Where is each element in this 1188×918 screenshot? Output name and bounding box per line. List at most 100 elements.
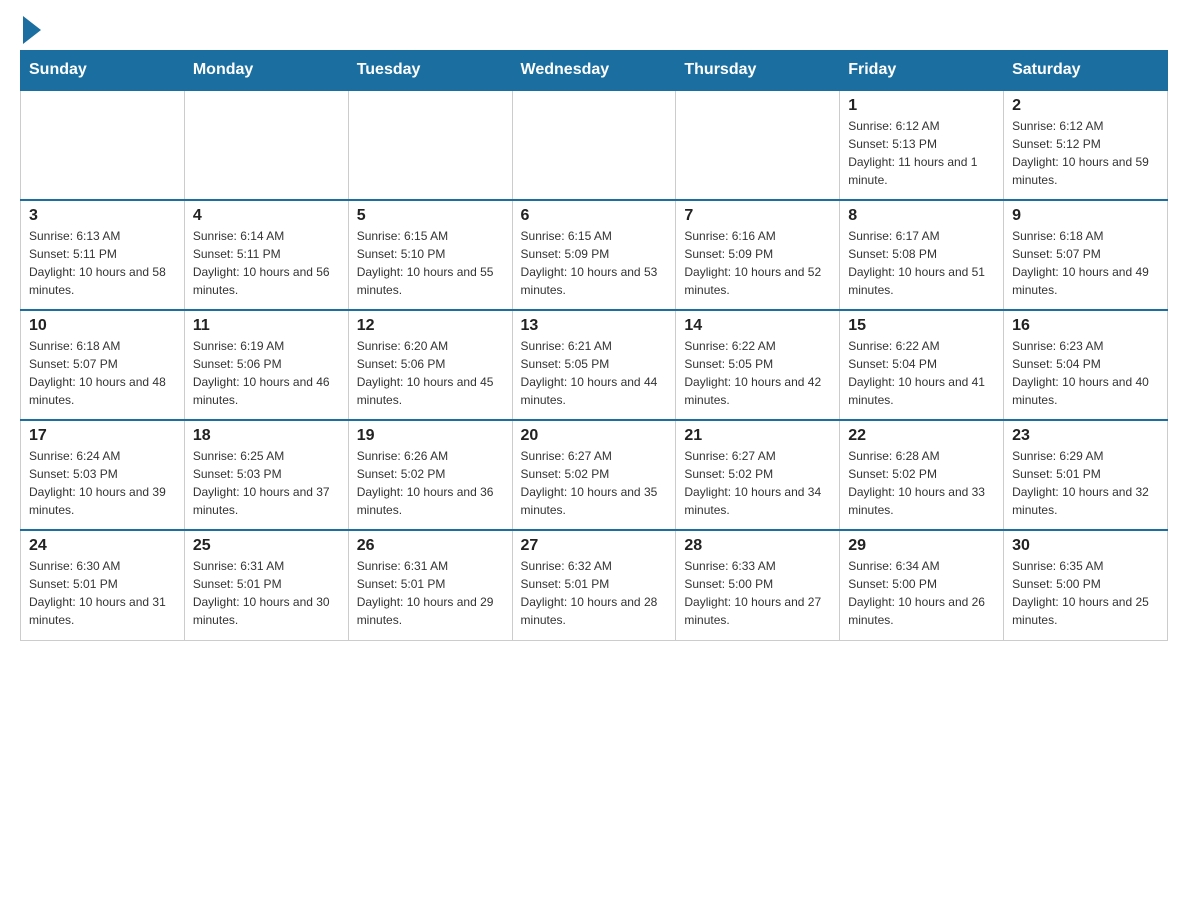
- calendar-week-5: 24 Sunrise: 6:30 AM Sunset: 5:01 PM Dayli…: [21, 530, 1168, 640]
- day-number: 25: [193, 537, 340, 555]
- day-info: Sunrise: 6:12 AM Sunset: 5:13 PM Dayligh…: [848, 117, 995, 189]
- day-info: Sunrise: 6:12 AM Sunset: 5:12 PM Dayligh…: [1012, 117, 1159, 189]
- day-info: Sunrise: 6:13 AM Sunset: 5:11 PM Dayligh…: [29, 227, 176, 299]
- calendar-week-4: 17 Sunrise: 6:24 AM Sunset: 5:03 PM Dayli…: [21, 420, 1168, 530]
- day-number: 15: [848, 317, 995, 335]
- day-info: Sunrise: 6:32 AM Sunset: 5:01 PM Dayligh…: [521, 557, 668, 629]
- calendar-week-1: 1 Sunrise: 6:12 AM Sunset: 5:13 PM Daylig…: [21, 90, 1168, 200]
- day-info: Sunrise: 6:34 AM Sunset: 5:00 PM Dayligh…: [848, 557, 995, 629]
- weekday-header-sunday: Sunday: [21, 51, 185, 91]
- calendar-cell: 21Sunrise: 6:27 AM Sunset: 5:02 PM Dayli…: [676, 420, 840, 530]
- day-number: 20: [521, 427, 668, 445]
- day-info: Sunrise: 6:26 AM Sunset: 5:02 PM Dayligh…: [357, 447, 504, 519]
- weekday-header-tuesday: Tuesday: [348, 51, 512, 91]
- calendar-cell: 26 Sunrise: 6:31 AM Sunset: 5:01 PM Dayli…: [348, 530, 512, 640]
- calendar-table: SundayMondayTuesdayWednesdayThursdayFrid…: [20, 50, 1168, 641]
- calendar-cell: 25 Sunrise: 6:31 AM Sunset: 5:01 PM Dayli…: [184, 530, 348, 640]
- calendar-cell: 14 Sunrise: 6:22 AM Sunset: 5:05 PM Dayli…: [676, 310, 840, 420]
- calendar-cell: 6 Sunrise: 6:15 AM Sunset: 5:09 PM Daylig…: [512, 200, 676, 310]
- day-number: 10: [29, 317, 176, 335]
- day-number: 1: [848, 97, 995, 115]
- day-info: Sunrise: 6:23 AM Sunset: 5:04 PM Dayligh…: [1012, 337, 1159, 409]
- calendar-cell: 17 Sunrise: 6:24 AM Sunset: 5:03 PM Dayli…: [21, 420, 185, 530]
- logo-arrow-icon: [23, 16, 41, 44]
- weekday-header-monday: Monday: [184, 51, 348, 91]
- calendar-cell: 27Sunrise: 6:32 AM Sunset: 5:01 PM Dayli…: [512, 530, 676, 640]
- day-number: 3: [29, 207, 176, 225]
- calendar-cell: 1 Sunrise: 6:12 AM Sunset: 5:13 PM Daylig…: [840, 90, 1004, 200]
- day-number: 19: [357, 427, 504, 445]
- day-info: Sunrise: 6:24 AM Sunset: 5:03 PM Dayligh…: [29, 447, 176, 519]
- day-info: Sunrise: 6:18 AM Sunset: 5:07 PM Dayligh…: [29, 337, 176, 409]
- calendar-cell: 11 Sunrise: 6:19 AM Sunset: 5:06 PM Dayli…: [184, 310, 348, 420]
- day-info: Sunrise: 6:15 AM Sunset: 5:10 PM Dayligh…: [357, 227, 504, 299]
- day-number: 30: [1012, 537, 1159, 555]
- day-number: 6: [521, 207, 668, 225]
- calendar-cell: 18 Sunrise: 6:25 AM Sunset: 5:03 PM Dayli…: [184, 420, 348, 530]
- calendar-cell: 30Sunrise: 6:35 AM Sunset: 5:00 PM Dayli…: [1004, 530, 1168, 640]
- day-info: Sunrise: 6:15 AM Sunset: 5:09 PM Dayligh…: [521, 227, 668, 299]
- day-info: Sunrise: 6:33 AM Sunset: 5:00 PM Dayligh…: [684, 557, 831, 629]
- day-number: 13: [521, 317, 668, 335]
- calendar-cell: [348, 90, 512, 200]
- weekday-header-saturday: Saturday: [1004, 51, 1168, 91]
- calendar-cell: 20 Sunrise: 6:27 AM Sunset: 5:02 PM Dayli…: [512, 420, 676, 530]
- calendar-cell: [184, 90, 348, 200]
- day-number: 29: [848, 537, 995, 555]
- day-number: 28: [684, 537, 831, 555]
- calendar-cell: 7 Sunrise: 6:16 AM Sunset: 5:09 PM Daylig…: [676, 200, 840, 310]
- calendar-cell: 19 Sunrise: 6:26 AM Sunset: 5:02 PM Dayli…: [348, 420, 512, 530]
- day-info: Sunrise: 6:30 AM Sunset: 5:01 PM Dayligh…: [29, 557, 176, 629]
- day-info: Sunrise: 6:14 AM Sunset: 5:11 PM Dayligh…: [193, 227, 340, 299]
- calendar-cell: 5 Sunrise: 6:15 AM Sunset: 5:10 PM Daylig…: [348, 200, 512, 310]
- calendar-cell: [512, 90, 676, 200]
- weekday-header-wednesday: Wednesday: [512, 51, 676, 91]
- day-info: Sunrise: 6:31 AM Sunset: 5:01 PM Dayligh…: [193, 557, 340, 629]
- day-number: 11: [193, 317, 340, 335]
- weekday-header-thursday: Thursday: [676, 51, 840, 91]
- day-info: Sunrise: 6:19 AM Sunset: 5:06 PM Dayligh…: [193, 337, 340, 409]
- day-number: 18: [193, 427, 340, 445]
- day-info: Sunrise: 6:21 AM Sunset: 5:05 PM Dayligh…: [521, 337, 668, 409]
- day-number: 17: [29, 427, 176, 445]
- day-number: 5: [357, 207, 504, 225]
- day-info: Sunrise: 6:22 AM Sunset: 5:05 PM Dayligh…: [684, 337, 831, 409]
- day-number: 2: [1012, 97, 1159, 115]
- day-info: Sunrise: 6:17 AM Sunset: 5:08 PM Dayligh…: [848, 227, 995, 299]
- day-number: 14: [684, 317, 831, 335]
- calendar-cell: [21, 90, 185, 200]
- day-number: 26: [357, 537, 504, 555]
- calendar-cell: 16Sunrise: 6:23 AM Sunset: 5:04 PM Dayli…: [1004, 310, 1168, 420]
- calendar-cell: 13 Sunrise: 6:21 AM Sunset: 5:05 PM Dayli…: [512, 310, 676, 420]
- day-info: Sunrise: 6:27 AM Sunset: 5:02 PM Dayligh…: [521, 447, 668, 519]
- day-info: Sunrise: 6:29 AM Sunset: 5:01 PM Dayligh…: [1012, 447, 1159, 519]
- calendar-cell: 12 Sunrise: 6:20 AM Sunset: 5:06 PM Dayli…: [348, 310, 512, 420]
- day-info: Sunrise: 6:18 AM Sunset: 5:07 PM Dayligh…: [1012, 227, 1159, 299]
- day-info: Sunrise: 6:25 AM Sunset: 5:03 PM Dayligh…: [193, 447, 340, 519]
- logo: [20, 20, 41, 40]
- calendar-cell: 22 Sunrise: 6:28 AM Sunset: 5:02 PM Dayli…: [840, 420, 1004, 530]
- day-number: 4: [193, 207, 340, 225]
- weekday-header-row: SundayMondayTuesdayWednesdayThursdayFrid…: [21, 51, 1168, 91]
- calendar-cell: 4 Sunrise: 6:14 AM Sunset: 5:11 PM Daylig…: [184, 200, 348, 310]
- day-info: Sunrise: 6:28 AM Sunset: 5:02 PM Dayligh…: [848, 447, 995, 519]
- calendar-cell: 2 Sunrise: 6:12 AM Sunset: 5:12 PM Daylig…: [1004, 90, 1168, 200]
- calendar-week-2: 3 Sunrise: 6:13 AM Sunset: 5:11 PM Daylig…: [21, 200, 1168, 310]
- day-number: 22: [848, 427, 995, 445]
- calendar-cell: 15Sunrise: 6:22 AM Sunset: 5:04 PM Dayli…: [840, 310, 1004, 420]
- page-header: [20, 20, 1168, 40]
- day-info: Sunrise: 6:20 AM Sunset: 5:06 PM Dayligh…: [357, 337, 504, 409]
- day-number: 24: [29, 537, 176, 555]
- weekday-header-friday: Friday: [840, 51, 1004, 91]
- day-number: 7: [684, 207, 831, 225]
- day-info: Sunrise: 6:31 AM Sunset: 5:01 PM Dayligh…: [357, 557, 504, 629]
- day-number: 8: [848, 207, 995, 225]
- calendar-cell: 24 Sunrise: 6:30 AM Sunset: 5:01 PM Dayli…: [21, 530, 185, 640]
- calendar-cell: 23 Sunrise: 6:29 AM Sunset: 5:01 PM Dayli…: [1004, 420, 1168, 530]
- day-number: 9: [1012, 207, 1159, 225]
- day-info: Sunrise: 6:16 AM Sunset: 5:09 PM Dayligh…: [684, 227, 831, 299]
- calendar-cell: 9 Sunrise: 6:18 AM Sunset: 5:07 PM Daylig…: [1004, 200, 1168, 310]
- day-number: 23: [1012, 427, 1159, 445]
- day-number: 12: [357, 317, 504, 335]
- calendar-cell: [676, 90, 840, 200]
